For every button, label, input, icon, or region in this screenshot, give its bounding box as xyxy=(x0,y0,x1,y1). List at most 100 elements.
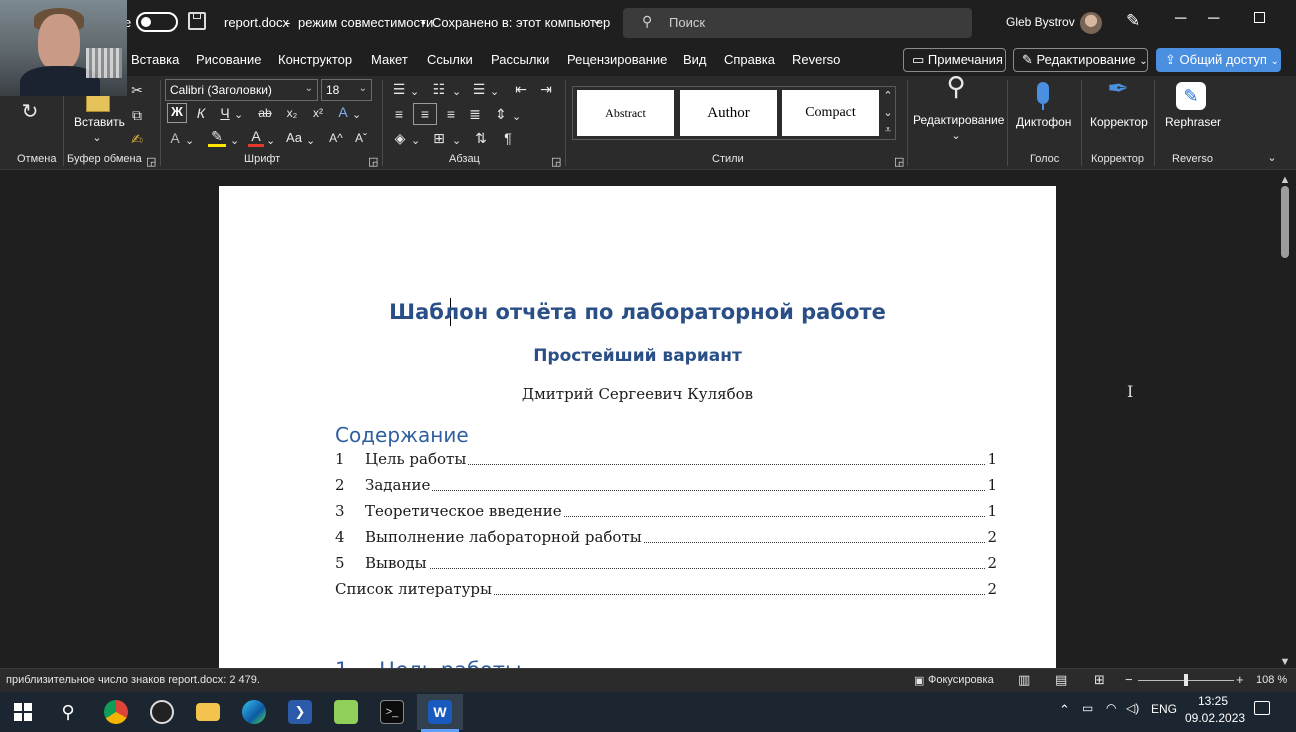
clock-time[interactable]: 13:25 xyxy=(1198,694,1228,708)
scroll-thumb[interactable] xyxy=(1281,186,1289,258)
dialog-launcher-icon[interactable]: ◲ xyxy=(894,154,904,170)
avatar[interactable] xyxy=(1080,12,1102,34)
zoom-out-icon[interactable]: − xyxy=(1125,672,1133,687)
change-case-button[interactable]: Aa xyxy=(284,130,304,146)
chevron-down-icon[interactable]: ⌄ xyxy=(592,13,602,27)
word-taskbar-icon[interactable]: W xyxy=(417,694,463,730)
sort-icon[interactable]: ⇅ xyxy=(472,130,490,146)
corrector-icon[interactable]: ✒ xyxy=(1103,75,1133,101)
notepad-plus-icon[interactable] xyxy=(323,694,369,730)
align-right-icon[interactable]: ≡ xyxy=(442,106,460,122)
shading-icon[interactable]: ◈ xyxy=(391,130,409,146)
undo-icon[interactable]: ↻ xyxy=(20,102,40,122)
borders-icon[interactable]: ⊞ xyxy=(430,130,448,146)
superscript-button[interactable]: x² xyxy=(309,105,327,121)
strikethrough-button[interactable]: ab xyxy=(256,105,274,121)
focus-icon[interactable]: ▣ xyxy=(914,674,924,687)
dictate-label[interactable]: Диктофон xyxy=(1016,115,1071,129)
chevron-down-icon[interactable]: ⌄ xyxy=(490,84,499,100)
vertical-scrollbar[interactable]: ▲ ▼ xyxy=(1278,172,1292,668)
document-page[interactable]: Шаблон отчёта по лабораторной работе Про… xyxy=(219,186,1056,668)
tray-overflow-icon[interactable]: ⌃ xyxy=(1059,702,1070,718)
gallery-down-icon[interactable]: ⌄ xyxy=(882,105,894,121)
underline-button[interactable]: Ч xyxy=(218,105,232,121)
edge-icon[interactable] xyxy=(231,694,277,730)
autosave-toggle[interactable] xyxy=(136,12,178,32)
align-left-icon[interactable]: ≡ xyxy=(390,106,408,122)
word-count-status[interactable]: приблизительное число знаков report.docx… xyxy=(6,674,260,686)
microphone-icon[interactable] xyxy=(1037,82,1049,104)
notifications-icon[interactable] xyxy=(1254,701,1270,715)
rephraser-icon[interactable]: ✎ xyxy=(1176,82,1206,110)
corrector-label[interactable]: Корректор xyxy=(1090,115,1148,129)
subscript-button[interactable]: x₂ xyxy=(283,105,301,121)
font-size-combo[interactable]: 18 ⌄ xyxy=(321,79,372,101)
save-icon[interactable] xyxy=(188,12,206,30)
tab-reverso[interactable]: Reverso xyxy=(792,52,840,67)
zoom-level[interactable]: 108 % xyxy=(1256,674,1287,686)
find-icon[interactable]: ⚲ xyxy=(940,73,972,99)
tab-review[interactable]: Рецензирование xyxy=(567,52,667,67)
show-marks-icon[interactable]: ¶ xyxy=(500,130,516,146)
increase-indent-icon[interactable]: ⇥ xyxy=(537,81,555,97)
dialog-launcher-icon[interactable]: ◲ xyxy=(146,154,156,170)
paste-label[interactable]: Вставить xyxy=(74,115,125,129)
text-effects-icon[interactable]: A xyxy=(334,104,352,120)
obs-icon[interactable] xyxy=(139,694,185,730)
zoom-slider-thumb[interactable] xyxy=(1184,674,1188,686)
chevron-down-icon[interactable]: ⌄ xyxy=(185,133,194,149)
chevron-down-icon[interactable]: ⌄ xyxy=(452,84,461,100)
gallery-more-icon[interactable]: ⩡ xyxy=(882,122,894,138)
zoom-in-icon[interactable]: + xyxy=(1236,672,1244,687)
powershell-icon[interactable]: ❯ xyxy=(277,694,323,730)
dialog-launcher-icon[interactable]: ◲ xyxy=(551,154,561,170)
print-layout-icon[interactable]: ▤ xyxy=(1055,672,1067,688)
chevron-down-icon[interactable]: ⌄ xyxy=(411,133,420,149)
restore-icon[interactable] xyxy=(1254,12,1265,23)
gallery-up-icon[interactable]: ⌃ xyxy=(882,88,894,104)
italic-button[interactable]: К xyxy=(194,105,208,121)
align-center-button[interactable]: ≡ xyxy=(413,103,437,125)
multilevel-list-icon[interactable]: ☰ xyxy=(470,81,488,97)
focus-mode-button[interactable]: Фокусировка xyxy=(928,674,994,686)
toc-entry[interactable]: 3 Теоретическое введение 1 xyxy=(335,502,997,522)
tab-mailings[interactable]: Рассылки xyxy=(491,52,549,67)
font-name-combo[interactable]: Calibri (Заголовки) ⌄ xyxy=(165,79,318,101)
terminal-icon[interactable]: >_ xyxy=(369,694,415,730)
chevron-down-icon[interactable]: ⌄ xyxy=(410,84,419,100)
toc-entry[interactable]: Список литературы 2 xyxy=(335,580,997,600)
dialog-launcher-icon[interactable]: ◲ xyxy=(368,154,378,170)
font-color-icon[interactable]: A xyxy=(248,128,264,147)
tab-view[interactable]: Вид xyxy=(683,52,707,67)
bold-button[interactable]: Ж xyxy=(167,103,187,123)
tab-help[interactable]: Справка xyxy=(724,52,775,67)
numbering-icon[interactable]: ☷ xyxy=(430,81,448,97)
minimize-window-icon[interactable]: ─ xyxy=(1208,10,1219,28)
rephraser-label[interactable]: Rephraser xyxy=(1165,115,1221,129)
ribbon-collapse-icon[interactable]: ⌄ xyxy=(1266,150,1278,166)
tab-design[interactable]: Конструктор xyxy=(278,52,352,67)
web-layout-icon[interactable]: ⊞ xyxy=(1094,672,1105,688)
editing-big-label[interactable]: Редактирование xyxy=(913,113,1004,127)
toc-entry[interactable]: 2 Задание 1 xyxy=(335,476,997,496)
style-abstract[interactable]: Abstract xyxy=(577,90,674,136)
grow-font-button[interactable]: A^ xyxy=(327,130,345,146)
copy-icon[interactable]: ⧉ xyxy=(130,107,144,123)
chevron-down-icon[interactable]: ⌄ xyxy=(230,133,239,149)
saved-status[interactable]: Сохранено в: этот компьютер xyxy=(432,15,610,30)
volume-icon[interactable]: ◁) xyxy=(1126,701,1139,715)
shrink-font-button[interactable]: Aˇ xyxy=(352,130,370,146)
line-spacing-icon[interactable]: ⇕ xyxy=(492,106,510,122)
pen-icon[interactable]: ✎ xyxy=(1126,11,1140,31)
toc-entry[interactable]: 1 Цель работы 1 xyxy=(335,450,997,470)
toc-entry[interactable]: 4 Выполнение лабораторной работы 2 xyxy=(335,528,997,548)
chrome-icon[interactable] xyxy=(93,694,139,730)
chevron-down-icon[interactable]: ⌄ xyxy=(92,130,102,146)
language-indicator[interactable]: ENG xyxy=(1151,702,1177,716)
chevron-down-icon[interactable]: ⌄ xyxy=(306,133,315,149)
tab-insert[interactable]: Вставка xyxy=(131,52,179,67)
text-effects-outline-icon[interactable]: A xyxy=(167,130,183,146)
chevron-down-icon[interactable]: ⌄ xyxy=(951,128,961,144)
read-mode-icon[interactable]: ▥ xyxy=(1018,672,1030,688)
highlight-icon[interactable]: ✎ xyxy=(208,128,226,147)
